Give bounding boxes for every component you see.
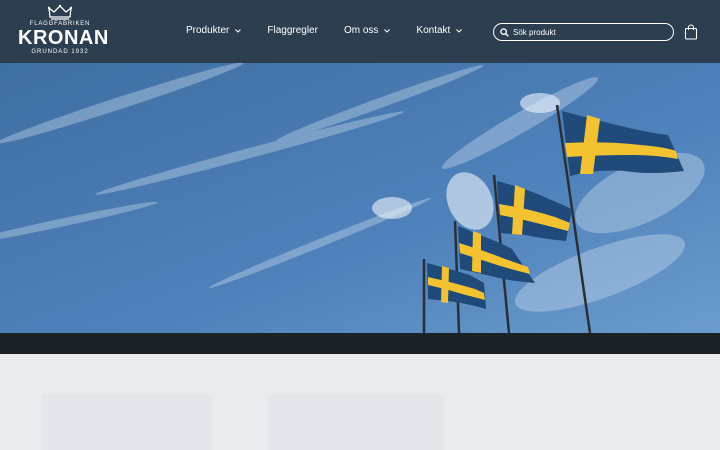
nav-item-om-oss[interactable]: Om oss	[344, 24, 391, 38]
search-input[interactable]	[513, 27, 663, 37]
nav-label: Om oss	[343, 25, 379, 36]
content-area	[0, 354, 720, 450]
main-nav: Produkter Flaggregler Om oss Kontakt	[186, 24, 463, 38]
search-icon[interactable]	[500, 27, 509, 37]
nav-item-kontakt[interactable]: Kontakt	[416, 24, 463, 38]
chevron-down-icon	[235, 29, 242, 33]
nav-label: Flaggregler	[267, 25, 318, 36]
crown-icon	[47, 4, 73, 20]
logo-established: GRUNDAD 1932	[31, 49, 89, 55]
nav-item-produkter[interactable]: Produkter	[186, 24, 242, 38]
hero-image	[0, 63, 720, 333]
logo-brand: KRONAN	[18, 27, 109, 49]
chevron-down-icon	[384, 29, 391, 33]
nav-item-flaggregler[interactable]: Flaggregler	[267, 24, 318, 38]
logo[interactable]: FLAGGFABRIKEN KRONAN GRUNDAD 1932	[18, 4, 109, 60]
site-header: FLAGGFABRIKEN KRONAN GRUNDAD 1932 Produk…	[0, 0, 720, 63]
shopping-bag-icon[interactable]	[684, 24, 698, 40]
nav-label: Produkter	[186, 25, 230, 36]
nav-label: Kontakt	[416, 25, 451, 36]
card-placeholder	[42, 394, 212, 450]
chevron-down-icon	[456, 29, 463, 33]
search-box[interactable]	[493, 23, 674, 41]
hero-bottom-band	[0, 333, 720, 354]
card-placeholder	[268, 394, 444, 450]
